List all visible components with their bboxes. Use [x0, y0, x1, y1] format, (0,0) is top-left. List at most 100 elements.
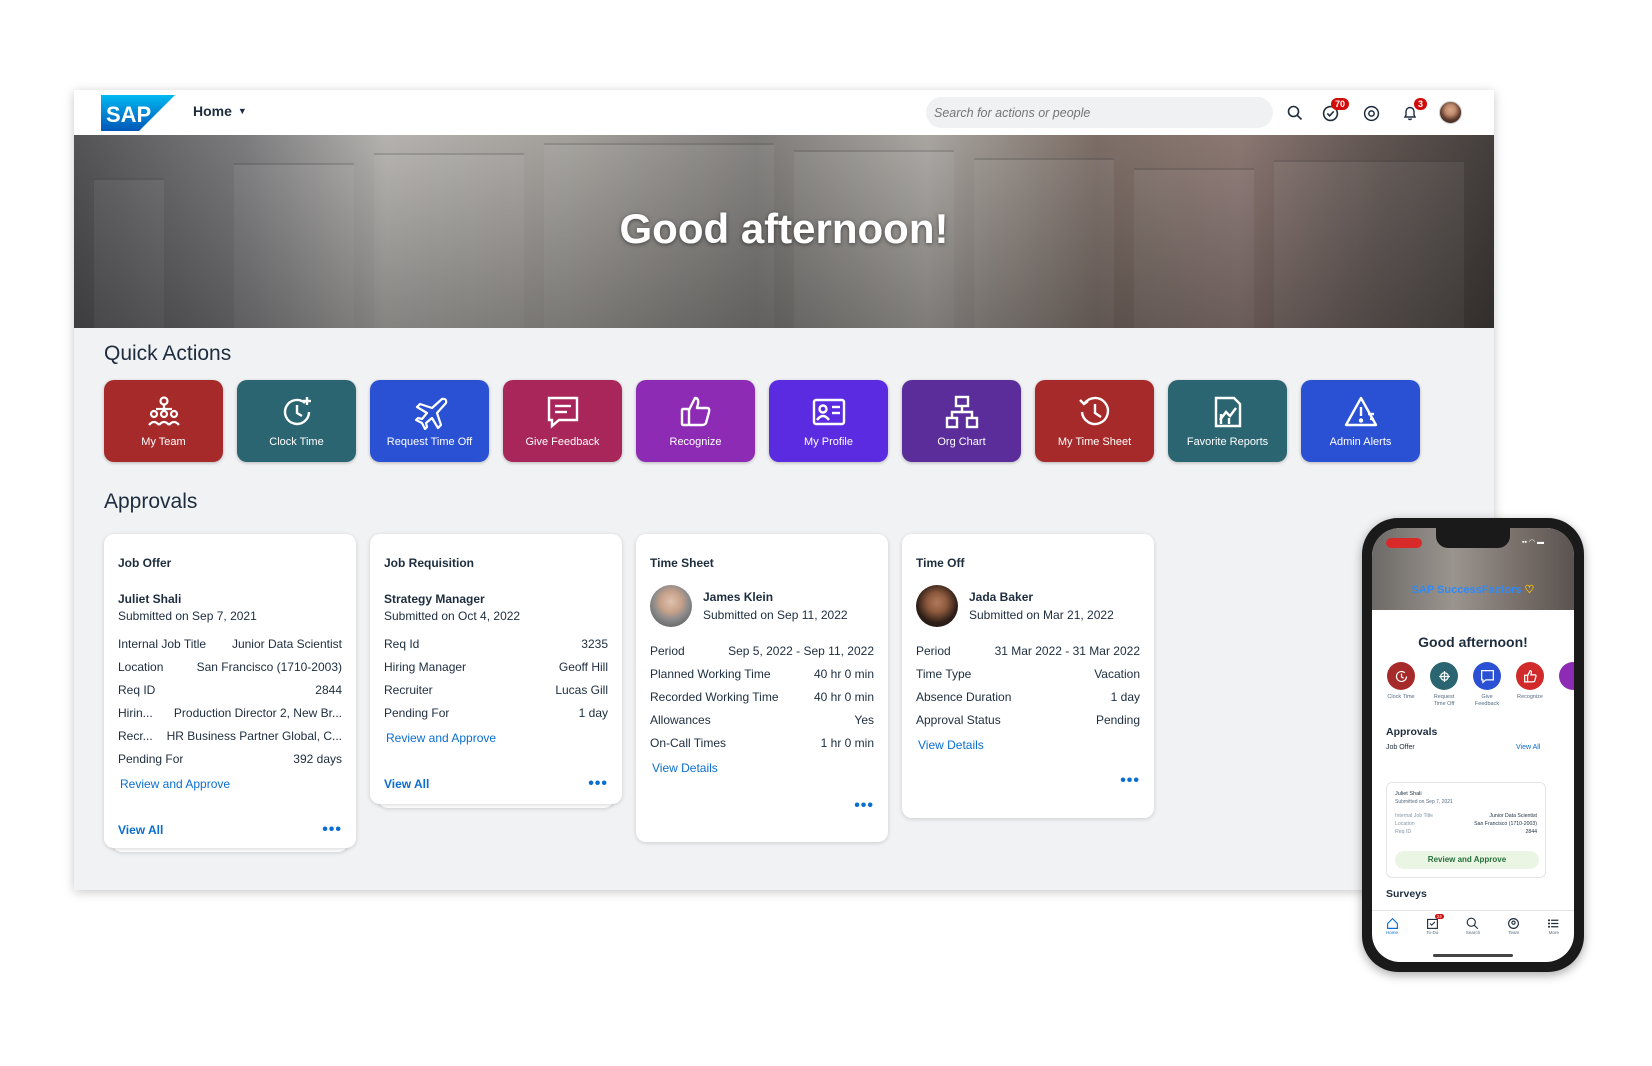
more-options-icon[interactable]: •••	[1120, 772, 1140, 789]
phone-quick-action-give-feedback[interactable]: Give Feedback	[1472, 662, 1502, 708]
quick-action-org-chart[interactable]: Org Chart	[902, 380, 1021, 462]
help-button[interactable]	[1360, 102, 1382, 124]
detail-value: Lucas Gill	[555, 683, 608, 697]
phone-job-offer-label: Job Offer	[1386, 744, 1415, 751]
feedback-icon	[1480, 669, 1494, 684]
chevron-down-icon: ▼	[237, 106, 247, 116]
phone-review-and-approve-button[interactable]: Review and Approve	[1395, 851, 1539, 869]
phone-approval-card[interactable]: Juliet Shali Submitted on Sep 7, 2021 In…	[1386, 782, 1546, 878]
quick-action-admin-alerts[interactable]: Admin Alerts	[1301, 380, 1420, 462]
hero-banner: Good afternoon!	[74, 135, 1494, 328]
phone-quick-action-recognize[interactable]: Recognize	[1515, 662, 1545, 708]
quick-action-request-time-off[interactable]: Request Time Off	[370, 380, 489, 462]
search-input[interactable]	[926, 97, 1273, 128]
search-icon[interactable]	[1284, 102, 1306, 124]
detail-key: Pending For	[118, 752, 184, 766]
quick-action-label: Org Chart	[937, 436, 986, 448]
phone-nav-label: Search	[1465, 930, 1481, 935]
quick-action-my-profile[interactable]: My Profile	[769, 380, 888, 462]
phone-app-title-text: SAP SuccessFactors	[1411, 584, 1522, 596]
phone-detail-row: Req ID 2844	[1387, 829, 1545, 835]
phone-quick-action-label: Request Time Off	[1433, 694, 1455, 707]
requester: James Klein Submitted on Sep 11, 2022	[650, 585, 874, 627]
submitted-date: Submitted on Sep 7, 2021	[118, 609, 257, 623]
sap-logo[interactable]: SAP	[101, 95, 175, 131]
phone-nav-more[interactable]: More	[1547, 917, 1560, 950]
quick-action-recognize[interactable]: Recognize	[636, 380, 755, 462]
requester: Jada Baker Submitted on Mar 21, 2022	[916, 585, 1140, 627]
phone-nav-team[interactable]: Team	[1507, 917, 1520, 950]
search-icon	[1467, 917, 1479, 930]
view-all-link[interactable]: View All	[118, 823, 163, 837]
detail-row: Req ID 2844	[118, 683, 342, 697]
headset-icon	[1363, 105, 1379, 121]
phone-nav-search[interactable]: Search	[1466, 917, 1480, 950]
phone-quick-action-clock-time[interactable]: Clock Time	[1386, 662, 1416, 708]
quick-action-label: My Time Sheet	[1057, 436, 1132, 448]
sap-logo-text: SAP	[106, 102, 151, 127]
requisition-title: Strategy Manager	[384, 592, 485, 606]
more-options-icon[interactable]: •••	[854, 797, 874, 814]
detail-row: Time Type Vacation	[916, 667, 1140, 681]
detail-key: Approval Status	[916, 713, 1001, 727]
phone-quick-action-request-time-off[interactable]: Request Time Off	[1429, 662, 1459, 708]
approval-card-time-off[interactable]: Time Off Jada Baker Submitted on Mar 21,…	[902, 534, 1154, 818]
phone-quick-action-partial[interactable]	[1558, 662, 1574, 708]
view-all-link[interactable]: View All	[384, 777, 429, 791]
card-type: Time Sheet	[650, 556, 714, 570]
approval-card-job-requisition[interactable]: Job Requisition Strategy Manager Submitt…	[370, 534, 622, 804]
quick-action-my-time-sheet[interactable]: My Time Sheet	[1035, 380, 1154, 462]
detail-row: Pending For 1 day	[384, 706, 608, 720]
detail-row: Req Id 3235	[384, 637, 608, 651]
requester-photo	[916, 585, 958, 627]
detail-row: Period 31 Mar 2022 - 31 Mar 2022	[916, 644, 1140, 658]
view-details-link[interactable]: View Details	[916, 738, 1140, 752]
phone-nav-label: To-Do	[1426, 930, 1439, 935]
detail-key: Pending For	[384, 706, 450, 720]
phone-detail-value: San Francisco (1710-2003)	[1474, 821, 1537, 827]
review-and-approve-link[interactable]: Review and Approve	[384, 731, 608, 745]
approval-card-job-offer[interactable]: Job Offer Juliet Shali Submitted on Sep …	[104, 534, 356, 848]
quick-action-give-feedback[interactable]: Give Feedback	[503, 380, 622, 462]
history-icon	[1078, 396, 1109, 426]
notifications-button[interactable]: 3	[1399, 98, 1427, 124]
detail-value: 2844	[315, 683, 342, 697]
phone-quick-action-label: Recognize	[1517, 694, 1543, 700]
home-menu[interactable]: Home ▼	[193, 103, 247, 119]
detail-key: Absence Duration	[916, 690, 1012, 704]
phone-detail-key: Internal Job Title	[1395, 813, 1434, 819]
phone-approvals-title: Approvals	[1386, 726, 1438, 738]
card-type: Job Offer	[118, 556, 172, 570]
clock-time-icon	[283, 397, 311, 426]
phone-detail-key: Location	[1395, 821, 1415, 827]
candidate-name: Juliet Shali	[118, 592, 182, 606]
detail-value: 392 days	[293, 752, 342, 766]
requester-name: Jada Baker	[969, 590, 1034, 604]
quick-action-my-team[interactable]: My Team	[104, 380, 223, 462]
org-chart-icon	[945, 395, 978, 429]
detail-value: Vacation	[1094, 667, 1140, 681]
phone-view-all-link[interactable]: View All	[1516, 744, 1540, 751]
view-details-link[interactable]: View Details	[650, 761, 874, 775]
phone-nav-home[interactable]: Home	[1386, 917, 1399, 950]
user-avatar[interactable]	[1439, 101, 1462, 124]
detail-value: 1 day	[578, 706, 608, 720]
more-options-icon[interactable]: •••	[322, 821, 342, 839]
team-icon	[147, 396, 180, 426]
review-and-approve-link[interactable]: Review and Approve	[118, 777, 342, 791]
quick-action-clock-time[interactable]: Clock Time	[237, 380, 356, 462]
phone-greeting: Good afternoon!	[1418, 634, 1528, 650]
phone-nav-todo[interactable]: To-Do 24	[1426, 914, 1444, 950]
detail-value: 1 hr 0 min	[820, 736, 874, 750]
todo-button[interactable]: 70	[1319, 98, 1349, 124]
quick-action-favorite-reports[interactable]: Favorite Reports	[1168, 380, 1287, 462]
detail-value: 40 hr 0 min	[813, 690, 874, 704]
approval-card-time-sheet[interactable]: Time Sheet James Klein Submitted on Sep …	[636, 534, 888, 842]
submitted-date: Submitted on Sep 11, 2022	[703, 608, 848, 622]
quick-action-label: Give Feedback	[525, 436, 600, 448]
home-icon	[1386, 917, 1398, 929]
quick-action-label: Recognize	[669, 436, 722, 448]
more-options-icon[interactable]: •••	[588, 775, 608, 793]
greeting-title: Good afternoon!	[619, 205, 949, 252]
detail-key: Time Type	[916, 667, 972, 681]
